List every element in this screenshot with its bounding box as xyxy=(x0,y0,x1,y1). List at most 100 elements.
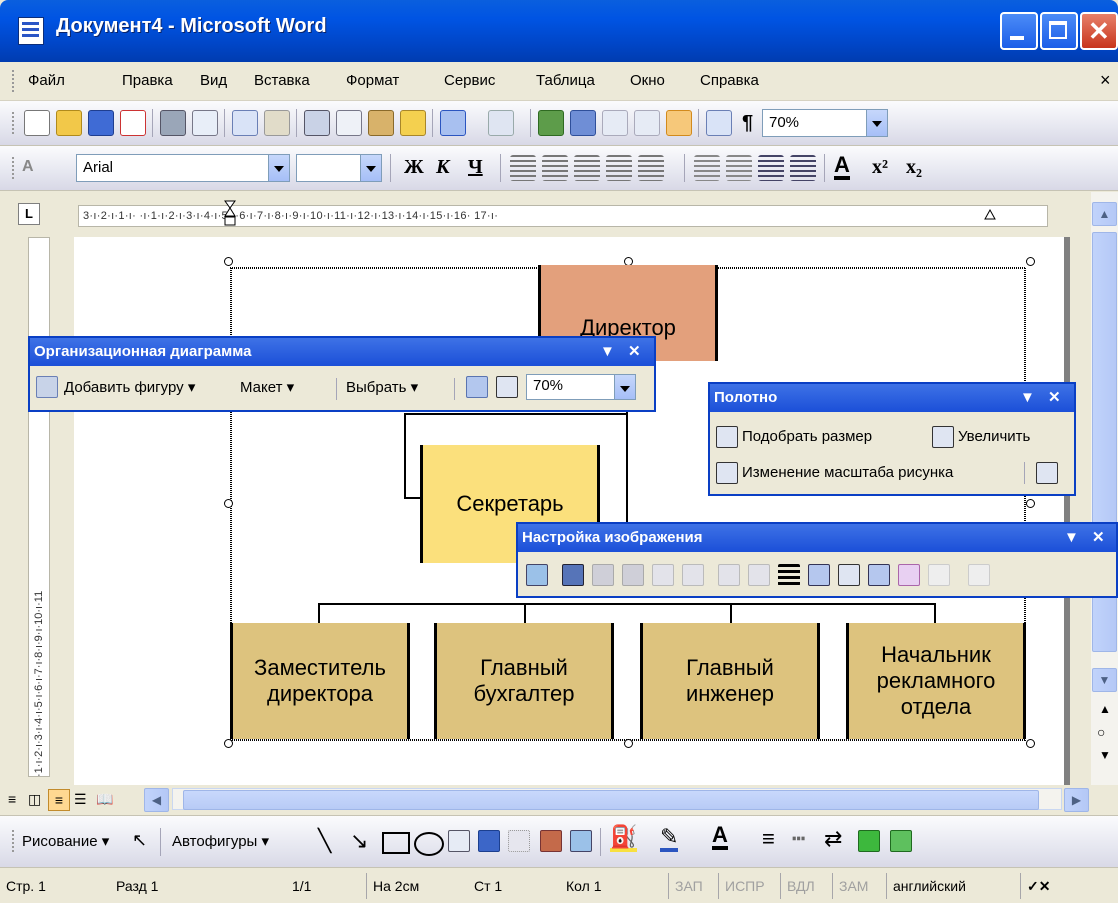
toolbar-grip[interactable] xyxy=(12,830,18,852)
resize-handle[interactable] xyxy=(224,257,233,266)
drawing-toggle-icon[interactable] xyxy=(666,110,692,136)
scroll-down-icon[interactable]: ▼ xyxy=(1092,668,1117,692)
close-window-button[interactable]: ✕ xyxy=(1080,12,1118,50)
less-contrast-icon[interactable] xyxy=(622,564,644,586)
close-icon[interactable]: ✕ xyxy=(1048,384,1061,412)
align-center-icon[interactable] xyxy=(542,155,568,181)
status-extend[interactable]: ВДЛ xyxy=(780,873,832,899)
menu-help[interactable]: Справка xyxy=(700,72,759,89)
fit-text-icon[interactable] xyxy=(496,376,518,398)
menu-file[interactable]: Файл xyxy=(28,72,65,89)
diagram-icon[interactable] xyxy=(508,830,530,852)
chevron-down-icon[interactable] xyxy=(614,375,635,399)
line-color-icon[interactable]: ✎ xyxy=(660,826,679,852)
bold-button[interactable]: Ж xyxy=(404,156,424,179)
toolbar-options-icon[interactable]: ▼ xyxy=(1064,524,1079,552)
add-shape-icon[interactable] xyxy=(36,376,58,398)
insert-picture-icon[interactable] xyxy=(570,830,592,852)
color-icon[interactable] xyxy=(562,564,584,586)
org-node-chief-accountant[interactable]: Главный бухгалтер xyxy=(434,623,614,739)
text-box-icon[interactable] xyxy=(448,830,470,852)
close-icon[interactable]: ✕ xyxy=(628,338,641,366)
subscript-icon[interactable]: x₂ xyxy=(906,156,922,179)
autoformat-icon[interactable] xyxy=(466,376,488,398)
resize-handle[interactable] xyxy=(224,739,233,748)
hyperlink-icon[interactable] xyxy=(538,110,564,136)
increase-indent-icon[interactable] xyxy=(790,155,816,181)
orgchart-zoom-combo[interactable]: 70% xyxy=(526,374,636,400)
right-indent-icon[interactable] xyxy=(984,208,996,220)
menu-insert[interactable]: Вставка xyxy=(254,72,310,89)
align-right-icon[interactable] xyxy=(574,155,600,181)
status-overtype[interactable]: ЗАМ xyxy=(832,873,886,899)
next-object-icon[interactable]: ▼ xyxy=(1099,748,1111,762)
chevron-down-icon[interactable] xyxy=(866,110,887,136)
toolbar-options-icon[interactable]: ▼ xyxy=(600,338,615,366)
menu-edit[interactable]: Правка xyxy=(122,72,173,89)
print-icon[interactable] xyxy=(160,110,186,136)
scroll-left-icon[interactable]: ◀ xyxy=(144,788,169,812)
document-area[interactable]: Директор Секретарь Заместитель директора… xyxy=(74,237,1070,785)
rotate-icon[interactable] xyxy=(748,564,770,586)
cut-icon[interactable] xyxy=(304,110,330,136)
menu-window[interactable]: Окно xyxy=(630,72,665,89)
normal-view-icon[interactable]: ≡ xyxy=(8,791,16,807)
org-node-chief-engineer[interactable]: Главный инженер xyxy=(640,623,820,739)
font-color-icon[interactable]: A xyxy=(834,154,850,180)
save-icon[interactable] xyxy=(88,110,114,136)
horizontal-scrollbar[interactable] xyxy=(172,788,1062,810)
spelling-status-icon[interactable]: ✓✕ xyxy=(1020,873,1118,899)
open-folder-icon[interactable] xyxy=(56,110,82,136)
print-preview-icon[interactable] xyxy=(192,110,218,136)
format-picture-icon[interactable] xyxy=(868,564,890,586)
text-wrapping-icon[interactable] xyxy=(1036,462,1058,484)
research-icon[interactable] xyxy=(264,110,290,136)
status-track-changes[interactable]: ИСПР xyxy=(718,873,780,899)
menu-format[interactable]: Формат xyxy=(346,72,399,89)
status-record[interactable]: ЗАП xyxy=(668,873,718,899)
word-document-icon[interactable] xyxy=(18,17,44,45)
scroll-up-icon[interactable]: ▲ xyxy=(1092,202,1117,226)
scale-drawing-button[interactable]: Изменение масштаба рисунка xyxy=(742,464,953,481)
justify-icon[interactable] xyxy=(606,155,632,181)
line-icon[interactable]: ╲ xyxy=(318,828,331,854)
font-combo[interactable]: Arial xyxy=(76,154,290,182)
font-size-combo[interactable] xyxy=(296,154,382,182)
crop-icon[interactable] xyxy=(718,564,740,586)
styles-icon[interactable]: A xyxy=(22,158,34,176)
spelling-icon[interactable] xyxy=(232,110,258,136)
menu-tools[interactable]: Сервис xyxy=(444,72,495,89)
line-spacing-icon[interactable] xyxy=(638,155,664,181)
select-browse-object-icon[interactable]: ○ xyxy=(1097,724,1105,740)
zoom-combo[interactable]: 70% xyxy=(762,109,888,137)
reading-view-icon[interactable]: 📖 xyxy=(96,791,113,808)
arrow-style-icon[interactable]: ⇄ xyxy=(824,826,842,852)
drawing-menu[interactable]: Рисование ▾ xyxy=(22,832,109,850)
permission-icon[interactable] xyxy=(120,110,146,136)
insert-excel-icon[interactable] xyxy=(634,110,660,136)
minimize-button[interactable] xyxy=(1000,12,1038,50)
undo-icon[interactable] xyxy=(440,110,466,136)
set-transparent-color-icon[interactable] xyxy=(898,564,920,586)
add-shape-button[interactable]: Добавить фигуру ▾ xyxy=(64,378,195,396)
line-style-icon[interactable]: ≡ xyxy=(762,826,775,852)
menu-table[interactable]: Таблица xyxy=(536,72,595,89)
arrow-icon[interactable]: ↘ xyxy=(350,828,368,854)
compress-picture-icon[interactable] xyxy=(808,564,830,586)
wordart-icon[interactable] xyxy=(478,830,500,852)
oval-icon[interactable] xyxy=(414,832,444,856)
org-node-ad-head[interactable]: Начальник рекламного отдела xyxy=(846,623,1026,739)
less-brightness-icon[interactable] xyxy=(682,564,704,586)
tab-selector[interactable]: L xyxy=(18,203,40,225)
select-button[interactable]: Выбрать ▾ xyxy=(346,378,418,396)
scroll-thumb[interactable] xyxy=(183,790,1039,810)
select-objects-icon[interactable]: ↖ xyxy=(132,830,147,851)
org-node-deputy[interactable]: Заместитель директора xyxy=(230,623,410,739)
toolbar-grip[interactable] xyxy=(12,112,18,134)
rectangle-icon[interactable] xyxy=(382,832,410,854)
document-map-icon[interactable] xyxy=(706,110,732,136)
reset-picture-icon[interactable] xyxy=(928,564,950,586)
close-document-button[interactable]: × xyxy=(1100,70,1111,91)
picture-extra-icon[interactable] xyxy=(968,564,990,586)
scroll-right-icon[interactable]: ▶ xyxy=(1064,788,1089,812)
